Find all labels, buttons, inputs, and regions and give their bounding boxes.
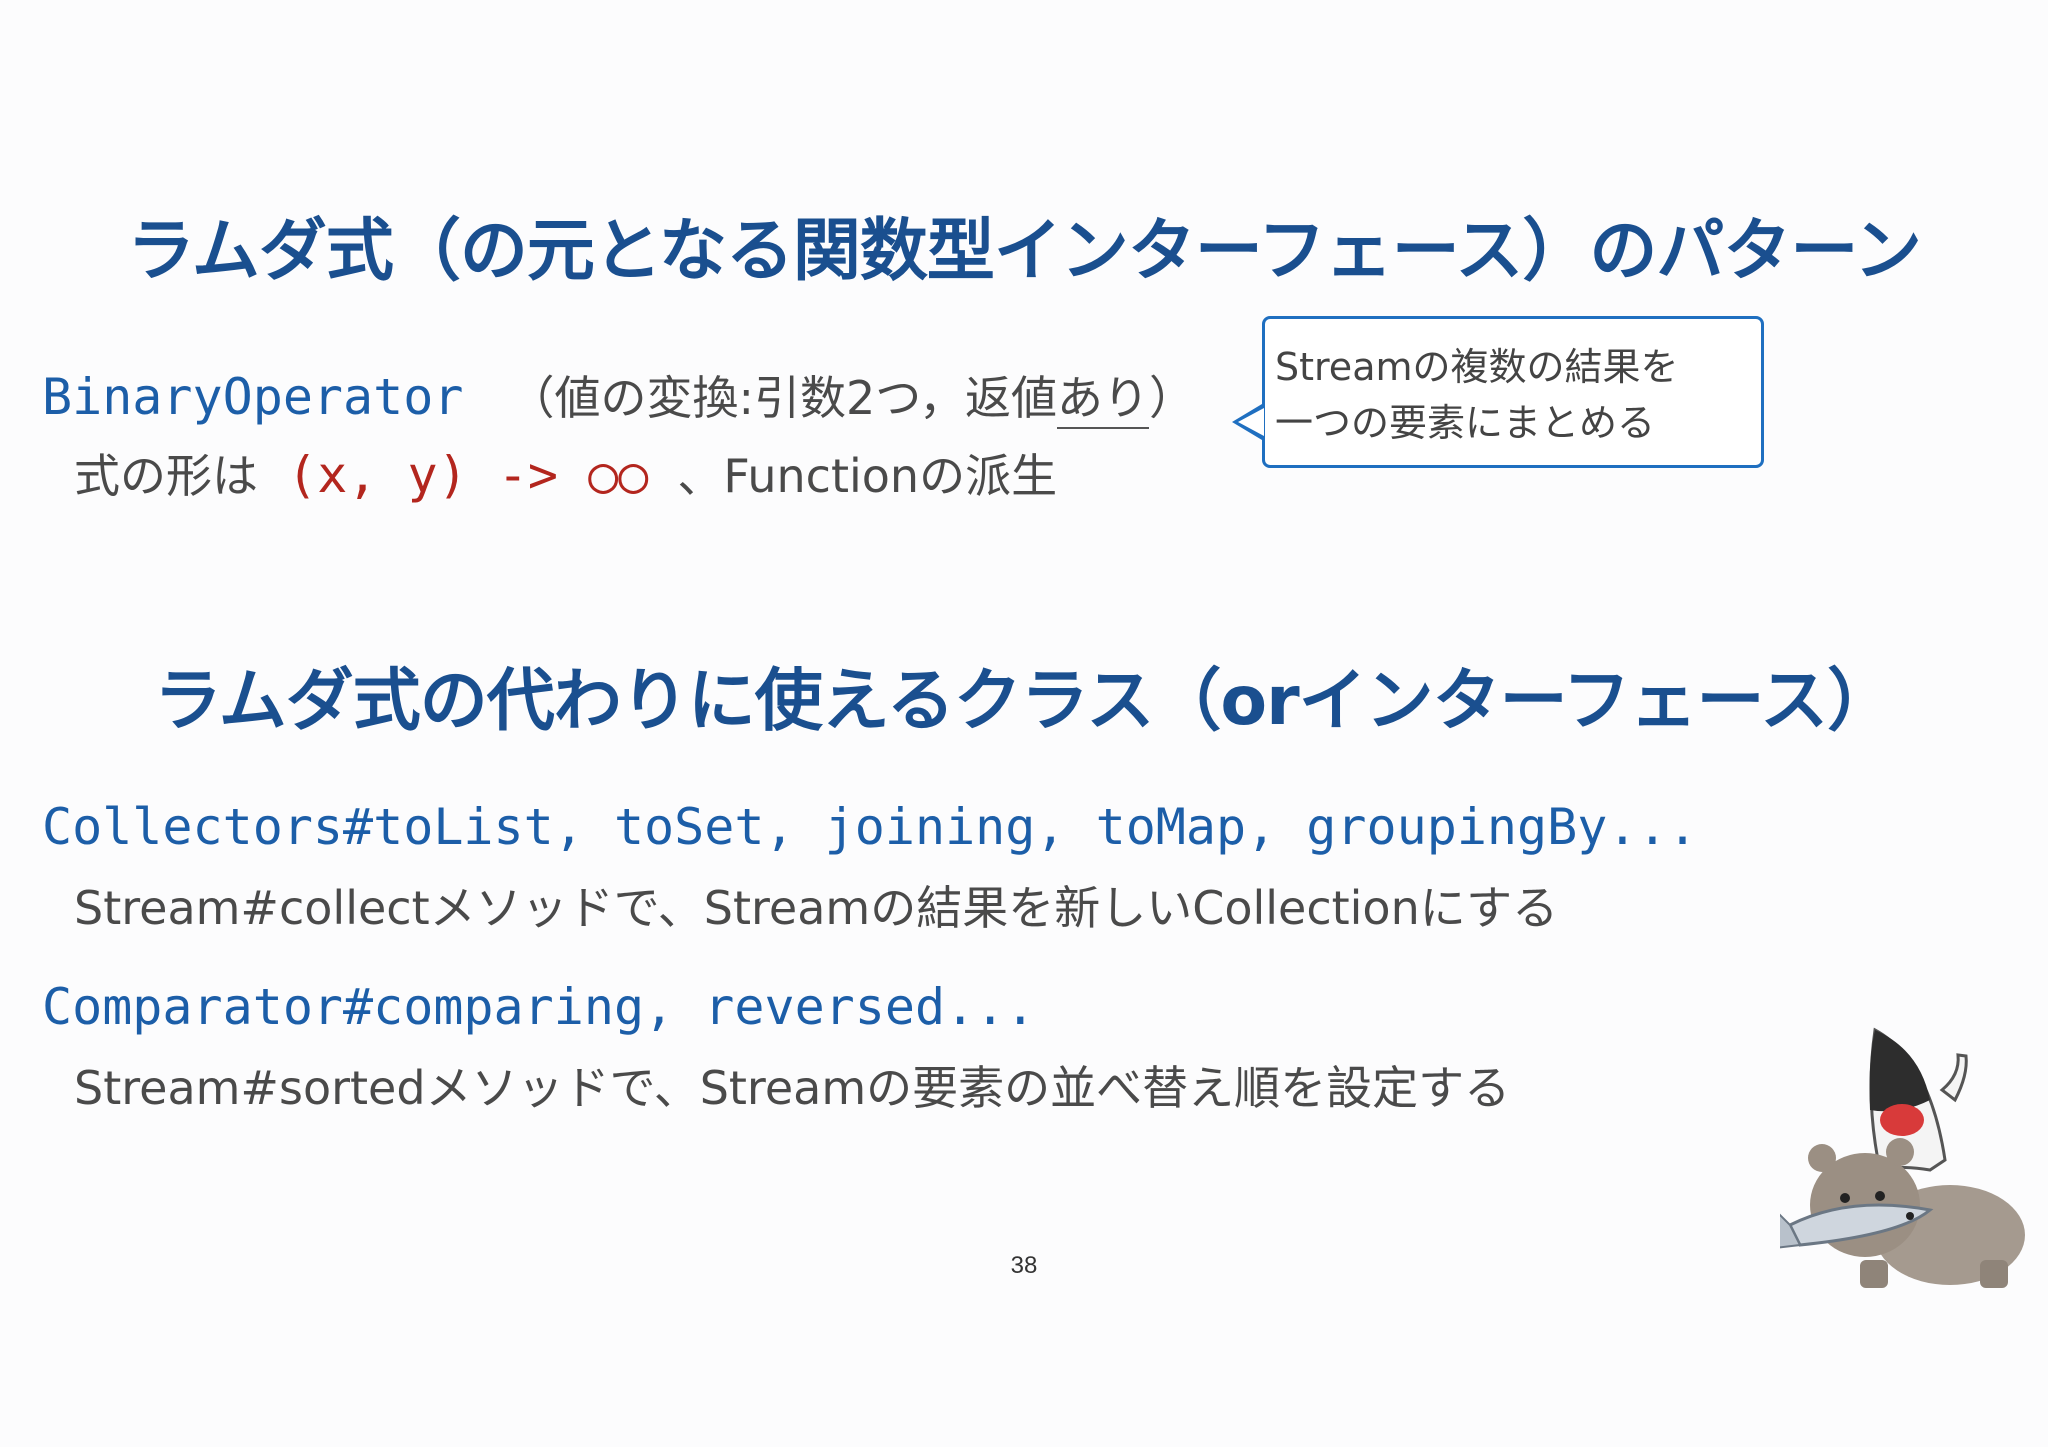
collectors-desc: Stream#collectメソッドで、Streamの結果を新しいCollect…: [74, 881, 1559, 935]
comparator-code: Comparator#comparing, reversed...: [42, 978, 1036, 1036]
callout-box: Streamの複数の結果を 一つの要素にまとめる: [1262, 316, 1764, 468]
comparator-desc: Stream#sortedメソッドで、Streamの要素の並べ替え順を設定する: [74, 1061, 1511, 1115]
slide: ラムダ式（の元となる関数型インターフェース）のパターン BinaryOperat…: [0, 0, 2048, 1447]
form-suffix: 、Functionの派生: [677, 449, 1058, 503]
slide-title-1: ラムダ式（の元となる関数型インターフェース）のパターン: [126, 212, 1922, 291]
binary-operator-code: BinaryOperator: [42, 368, 464, 426]
mascot-icon: [1780, 1027, 2025, 1288]
form-code: (x, y) -> ○○: [287, 446, 649, 504]
slide-title-2: ラムダ式の代わりに使えるクラス（orインターフェース）: [153, 662, 1895, 741]
binary-operator-note-prefix: （値の変換:引数2つ，返値: [508, 371, 1057, 425]
binary-operator-note-suffix: ）: [1149, 371, 1195, 425]
callout-line-1: Streamの複数の結果を: [1275, 345, 1679, 389]
callout-line-2: 一つの要素にまとめる: [1275, 401, 1656, 445]
callout-tail-inner: [1238, 408, 1264, 436]
binary-operator-form-line: 式の形は (x, y) -> ○○ 、Functionの派生: [74, 440, 1057, 506]
collectors-code: Collectors#toList, toSet, joining, toMap…: [42, 798, 1698, 856]
page-number: 38: [1010, 1252, 1038, 1279]
binary-operator-note-underlined: あり: [1057, 371, 1149, 429]
form-label: 式の形は: [74, 449, 258, 503]
binary-operator-line: BinaryOperator （値の変換:引数2つ，返値あり）: [42, 362, 1195, 429]
